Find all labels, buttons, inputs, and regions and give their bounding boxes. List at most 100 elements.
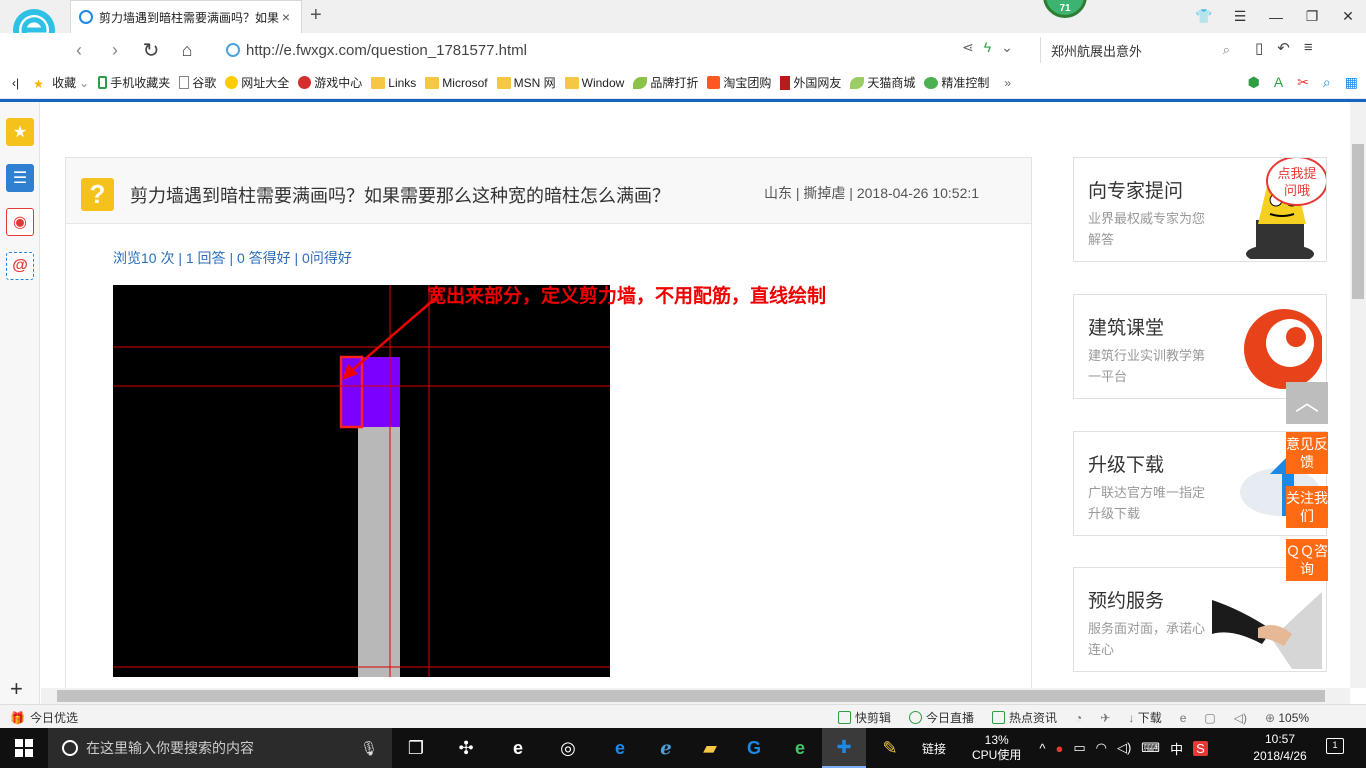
- card-title: 向专家提问: [1088, 181, 1184, 202]
- horizontal-scrollbar[interactable]: [41, 688, 1350, 704]
- fan-app-icon[interactable]: ✣: [444, 728, 488, 768]
- ladybug-icon[interactable]: ●: [1055, 741, 1063, 756]
- question-stats[interactable]: 浏览10 次 | 1 回答 | 0 答得好 | 0问得好: [113, 248, 352, 268]
- grid-icon[interactable]: ▦: [1345, 74, 1358, 91]
- tab-close-icon[interactable]: ×: [279, 9, 293, 25]
- bookmark-item[interactable]: 谷歌: [179, 74, 216, 91]
- forward-icon[interactable]: ›: [102, 37, 128, 63]
- add-sidebar-icon[interactable]: +: [10, 676, 23, 702]
- network-app-icon[interactable]: ✚: [822, 728, 866, 768]
- qq-consult-button[interactable]: ＱＱ咨询: [1286, 539, 1328, 581]
- ie-icon[interactable]: ℯ: [644, 728, 688, 768]
- wifi-icon[interactable]: ◠: [1096, 740, 1107, 756]
- task-view-icon[interactable]: ❐: [394, 728, 438, 768]
- reader-icon[interactable]: ☰: [6, 164, 34, 192]
- minimize-icon[interactable]: —: [1258, 0, 1294, 33]
- back-to-top-button[interactable]: ︿: [1286, 382, 1328, 424]
- download-button[interactable]: ↓ 下载: [1128, 709, 1161, 726]
- battery-icon[interactable]: ▭: [1073, 740, 1085, 756]
- bookmark-item[interactable]: ★ 收藏 ⌄: [33, 74, 89, 91]
- bookmark-item[interactable]: 网址大全: [225, 74, 289, 91]
- vertical-scrollbar[interactable]: [1350, 102, 1366, 688]
- more-bookmarks-icon[interactable]: »: [1004, 76, 1011, 90]
- bookmark-item[interactable]: 淘宝团购: [707, 74, 771, 91]
- bookmark-item[interactable]: MSN 网: [496, 74, 556, 91]
- glodon-icon[interactable]: G: [732, 728, 776, 768]
- bookmark-item[interactable]: 精准控制: [924, 74, 989, 91]
- ime-indicator[interactable]: 中: [1170, 739, 1183, 758]
- left-sidebar: ★ ☰ ◉ @ +: [0, 102, 40, 704]
- edge-icon[interactable]: e: [598, 728, 642, 768]
- taskbar-search[interactable]: 在这里输入你要搜索的内容 🎙: [48, 728, 392, 768]
- translate-icon[interactable]: A: [1274, 74, 1283, 91]
- magnifier-icon[interactable]: ⌕: [1323, 74, 1331, 91]
- sidebar-toggle-icon[interactable]: ‹|: [12, 76, 19, 90]
- search-box[interactable]: 郑州航展出意外 ⌕: [1040, 37, 1240, 63]
- lightning-icon[interactable]: ϟ: [984, 39, 991, 56]
- address-bar[interactable]: http://e.fwxgx.com/question_1781577.html: [226, 38, 1006, 62]
- favorites-icon[interactable]: ★: [6, 118, 34, 146]
- share-icon[interactable]: ⋖: [962, 39, 974, 56]
- feedback-button[interactable]: 意见反馈: [1286, 432, 1328, 474]
- zoom-level[interactable]: ⊕ 105%: [1265, 711, 1309, 725]
- chevron-up-icon[interactable]: ^: [1039, 741, 1045, 756]
- menu-icon[interactable]: ☰: [1222, 0, 1258, 33]
- windows-start-icon[interactable]: [0, 728, 48, 768]
- bookmark-item[interactable]: Microsof: [425, 76, 488, 90]
- pin-icon[interactable]: ✈: [1100, 711, 1110, 725]
- scroll-thumb[interactable]: [1352, 144, 1364, 299]
- close-window-icon[interactable]: ✕: [1330, 0, 1366, 33]
- volume-icon[interactable]: ◁): [1234, 711, 1247, 725]
- cpu-meter[interactable]: 13% CPU使用: [972, 733, 1021, 763]
- mail-icon[interactable]: @: [6, 252, 34, 280]
- speaker-icon[interactable]: ◁): [1117, 740, 1131, 756]
- back-icon[interactable]: ‹: [66, 37, 92, 63]
- shield-icon[interactable]: ⬢: [1248, 74, 1260, 91]
- chevron-down-icon[interactable]: ⌄: [1001, 39, 1013, 56]
- notification-badge[interactable]: 71: [1043, 0, 1087, 18]
- refresh-icon[interactable]: ↻: [138, 37, 164, 63]
- maximize-icon[interactable]: ❐: [1294, 0, 1330, 33]
- search-icon[interactable]: ⌕: [1223, 42, 1230, 58]
- links-label[interactable]: 链接: [922, 740, 946, 757]
- action-center-icon[interactable]: 1: [1326, 738, 1344, 754]
- card-ask-expert[interactable]: 向专家提问 业界最权威专家为您解答 点我提问哦: [1073, 157, 1327, 262]
- bookmark-item[interactable]: 品牌打折: [633, 74, 698, 91]
- bookmark-item[interactable]: 游戏中心: [298, 74, 362, 91]
- ie-mode-icon[interactable]: e: [1180, 711, 1187, 725]
- shirt-icon[interactable]: 👕: [1186, 0, 1222, 33]
- tab-strip: 剪力墙遇到暗柱需要满画吗？如果 × + 71 👕 ☰ — ❐ ✕: [0, 0, 1366, 54]
- ie-app-icon[interactable]: e: [496, 728, 540, 768]
- browser-360-icon[interactable]: e: [778, 728, 822, 768]
- notes-icon[interactable]: ✎: [868, 728, 912, 768]
- scroll-thumb[interactable]: [57, 690, 1325, 702]
- scissors-icon[interactable]: ✂: [1297, 74, 1309, 91]
- sogou-icon[interactable]: S: [1193, 740, 1208, 756]
- mobile-icon[interactable]: ▯: [1255, 39, 1263, 57]
- live-button[interactable]: 今日直播: [909, 709, 974, 726]
- window-icon[interactable]: ▢: [1204, 711, 1215, 725]
- follow-us-button[interactable]: 关注我们: [1286, 486, 1328, 528]
- bookmark-item[interactable]: 外国网友: [780, 74, 841, 91]
- bookmark-item[interactable]: Window: [564, 76, 624, 90]
- more-icon[interactable]: ≡: [1304, 39, 1313, 57]
- card-booking[interactable]: 预约服务 服务面对面，承诺心连心: [1073, 567, 1327, 672]
- weibo-icon[interactable]: ◉: [6, 208, 34, 236]
- file-explorer-icon[interactable]: ▰: [688, 728, 732, 768]
- daily-picks[interactable]: 🎁 今日优选: [10, 709, 78, 726]
- tab-active[interactable]: 剪力墙遇到暗柱需要满画吗？如果 ×: [70, 0, 302, 33]
- mic-icon[interactable]: 🎙: [360, 740, 378, 757]
- ask-bubble[interactable]: 点我提问哦: [1266, 158, 1326, 206]
- undo-icon[interactable]: ↶: [1277, 39, 1290, 57]
- home-icon[interactable]: ⌂: [174, 37, 200, 63]
- speed-icon[interactable]: ◔: [1075, 711, 1082, 725]
- news-button[interactable]: 热点资讯: [992, 709, 1057, 726]
- spiral-app-icon[interactable]: ◎: [546, 728, 590, 768]
- bookmark-item[interactable]: 天猫商城: [850, 74, 915, 91]
- bookmark-item[interactable]: Links: [371, 76, 416, 90]
- taskbar-clock[interactable]: 10:57 2018/4/26: [1240, 731, 1320, 765]
- new-tab-button[interactable]: +: [310, 4, 322, 27]
- quick-edit-button[interactable]: 快剪辑: [838, 709, 891, 726]
- keyboard-icon[interactable]: ⌨: [1141, 740, 1160, 756]
- bookmark-item[interactable]: 手机收藏夹: [98, 74, 170, 91]
